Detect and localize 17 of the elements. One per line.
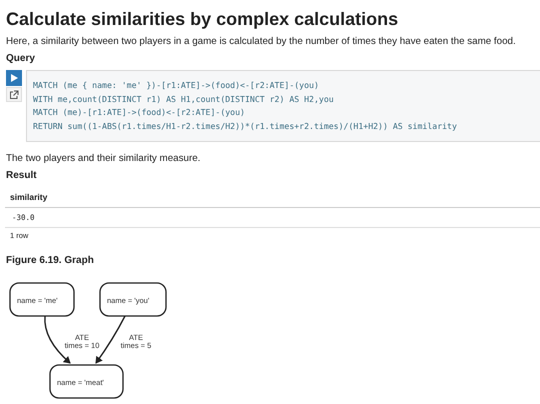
description: Here, a similarity between two players in a game is calculated by the number of times they have eaten the same food. [6,36,516,47]
run-button[interactable] [6,70,22,86]
section-heading: Query [6,53,35,64]
code-line: RETURN sum((1-ABS(r1.times/H1-r2.times/H2))*(r1.times+r2.times)/(H1+H2)) AS similarity [33,120,457,133]
play-icon [9,73,19,83]
code-line: WITH me,count(DISTINCT r1) AS H1,count(DISTINCT r2) AS H2,you [33,92,334,106]
page-title: Calculate similarities by complex calculations [5,8,398,30]
open-external-button[interactable] [6,87,22,102]
graph-node [99,282,167,317]
code-line: MATCH (me)-[r1:ATE]->(food)<-[r2:ATE]-(you) [33,106,245,119]
section-heading: Result [6,170,37,181]
column-header: similarity [5,187,540,208]
caption: The two players and their similarity measure. [6,153,200,164]
external-link-icon [9,90,19,100]
code-line: MATCH (me { name: 'me' })-[r1:ATE]->(food)<-[r2:ATE]-(you) [33,79,319,92]
figure-title: Figure 6.19. Graph [6,255,94,266]
graph-node [9,282,75,317]
